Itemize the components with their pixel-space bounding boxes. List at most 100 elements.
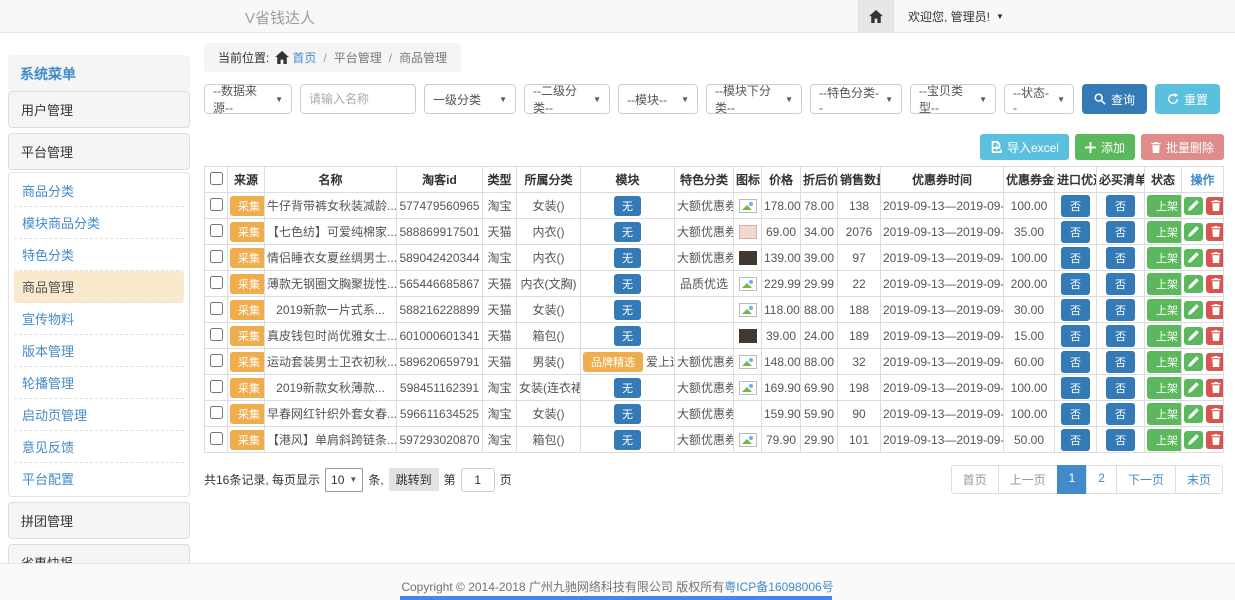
user-menu[interactable]: 欢迎您, 管理员! ▼ [894, 8, 1018, 25]
filter-select[interactable]: --状态--▼ [1004, 84, 1074, 114]
filter-select[interactable]: 一级分类▼ [424, 84, 516, 114]
per-page-select[interactable]: 10 ▼ [325, 468, 363, 492]
status-button[interactable]: 上架 [1147, 377, 1182, 399]
status-button[interactable]: 上架 [1147, 429, 1182, 451]
edit-button[interactable] [1184, 249, 1203, 267]
imported-toggle-button[interactable]: 否 [1061, 273, 1090, 295]
must-buy-toggle-button[interactable]: 否 [1106, 325, 1135, 347]
must-buy-toggle-button[interactable]: 否 [1106, 247, 1135, 269]
filter-select[interactable]: --模块下分类--▼ [706, 84, 802, 114]
import-excel-button[interactable]: 导入excel [980, 134, 1069, 160]
edit-button[interactable] [1184, 379, 1203, 397]
filter-select[interactable]: --特色分类--▼ [810, 84, 902, 114]
sidebar-item[interactable]: 平台配置 [14, 463, 184, 494]
imported-toggle-button[interactable]: 否 [1061, 221, 1090, 243]
status-button[interactable]: 上架 [1147, 325, 1182, 347]
pager-button[interactable]: 2 [1086, 465, 1117, 494]
status-button[interactable]: 上架 [1147, 351, 1182, 373]
edit-button[interactable] [1184, 275, 1203, 293]
status-button[interactable]: 上架 [1147, 299, 1182, 321]
icp-link[interactable]: 粤ICP备16098006号 [724, 580, 833, 594]
row-checkbox[interactable] [210, 328, 223, 341]
filter-select[interactable]: --二级分类--▼ [524, 84, 610, 114]
sidebar-item[interactable]: 特色分类 [14, 239, 184, 271]
row-checkbox[interactable] [210, 302, 223, 315]
delete-button[interactable] [1206, 223, 1224, 241]
sidebar-item[interactable]: 版本管理 [14, 335, 184, 367]
data-source-select[interactable]: --数据来源-- ▼ [204, 84, 292, 114]
breadcrumb-home-link[interactable]: 首页 [292, 49, 316, 66]
status-button[interactable]: 上架 [1147, 221, 1182, 243]
edit-button[interactable] [1184, 353, 1203, 371]
row-checkbox[interactable] [210, 224, 223, 237]
pager-button[interactable]: 1 [1057, 465, 1088, 494]
imported-toggle-button[interactable]: 否 [1061, 403, 1090, 425]
must-buy-toggle-button[interactable]: 否 [1106, 377, 1135, 399]
imported-toggle-button[interactable]: 否 [1061, 351, 1090, 373]
select-all-checkbox[interactable] [210, 172, 223, 185]
must-buy-toggle-button[interactable]: 否 [1106, 429, 1135, 451]
edit-button[interactable] [1184, 431, 1203, 449]
edit-button[interactable] [1184, 327, 1203, 345]
must-buy-toggle-button[interactable]: 否 [1106, 351, 1135, 373]
sidebar-group[interactable]: 用户管理 [8, 91, 190, 128]
sidebar-item[interactable]: 商品分类 [14, 175, 184, 207]
sidebar-item[interactable]: 模块商品分类 [14, 207, 184, 239]
reset-button[interactable]: 重置 [1155, 84, 1220, 114]
name-input[interactable] [300, 84, 416, 114]
imported-toggle-button[interactable]: 否 [1061, 195, 1090, 217]
row-checkbox[interactable] [210, 198, 223, 211]
must-buy-toggle-button[interactable]: 否 [1106, 221, 1135, 243]
delete-button[interactable] [1206, 327, 1224, 345]
delete-button[interactable] [1206, 275, 1224, 293]
sidebar-item[interactable]: 商品管理 [14, 271, 184, 303]
home-button[interactable] [858, 0, 894, 33]
sidebar-item[interactable]: 启动页管理 [14, 399, 184, 431]
sidebar-group[interactable]: 拼团管理 [8, 502, 190, 539]
delete-button[interactable] [1206, 405, 1224, 423]
page-number-input[interactable] [461, 468, 495, 492]
row-checkbox[interactable] [210, 380, 223, 393]
sidebar-item[interactable]: 轮播管理 [14, 367, 184, 399]
search-button[interactable]: 查询 [1082, 84, 1147, 114]
row-checkbox[interactable] [210, 432, 223, 445]
jump-button[interactable]: 跳转到 [389, 468, 439, 491]
sidebar-item[interactable]: 宣传物料 [14, 303, 184, 335]
imported-toggle-button[interactable]: 否 [1061, 429, 1090, 451]
row-checkbox[interactable] [210, 354, 223, 367]
row-checkbox[interactable] [210, 250, 223, 263]
status-button[interactable]: 上架 [1147, 403, 1182, 425]
must-buy-toggle-button[interactable]: 否 [1106, 403, 1135, 425]
filter-select[interactable]: --模块--▼ [618, 84, 698, 114]
delete-button[interactable] [1206, 301, 1224, 319]
delete-button[interactable] [1206, 353, 1224, 371]
imported-toggle-button[interactable]: 否 [1061, 377, 1090, 399]
delete-button[interactable] [1206, 249, 1224, 267]
delete-button[interactable] [1206, 431, 1224, 449]
imported-toggle-button[interactable]: 否 [1061, 299, 1090, 321]
status-button[interactable]: 上架 [1147, 273, 1182, 295]
must-buy-toggle-button[interactable]: 否 [1106, 195, 1135, 217]
pager-button[interactable]: 末页 [1175, 465, 1223, 494]
delete-button[interactable] [1206, 379, 1224, 397]
batch-delete-button[interactable]: 批量删除 [1141, 134, 1224, 160]
status-button[interactable]: 上架 [1147, 247, 1182, 269]
status-button[interactable]: 上架 [1147, 195, 1182, 217]
edit-button[interactable] [1184, 223, 1203, 241]
sidebar-group[interactable]: 平台管理 [8, 133, 190, 170]
delete-button[interactable] [1206, 197, 1224, 215]
imported-toggle-button[interactable]: 否 [1061, 247, 1090, 269]
must-buy-toggle-button[interactable]: 否 [1106, 273, 1135, 295]
edit-button[interactable] [1184, 405, 1203, 423]
pager-button[interactable]: 上一页 [998, 465, 1058, 494]
edit-button[interactable] [1184, 197, 1203, 215]
edit-button[interactable] [1184, 301, 1203, 319]
must-buy-toggle-button[interactable]: 否 [1106, 299, 1135, 321]
add-button[interactable]: 添加 [1075, 134, 1135, 160]
filter-select[interactable]: --宝贝类型--▼ [910, 84, 996, 114]
pager-button[interactable]: 首页 [951, 465, 999, 494]
imported-toggle-button[interactable]: 否 [1061, 325, 1090, 347]
row-checkbox[interactable] [210, 276, 223, 289]
pager-button[interactable]: 下一页 [1116, 465, 1176, 494]
row-checkbox[interactable] [210, 406, 223, 419]
